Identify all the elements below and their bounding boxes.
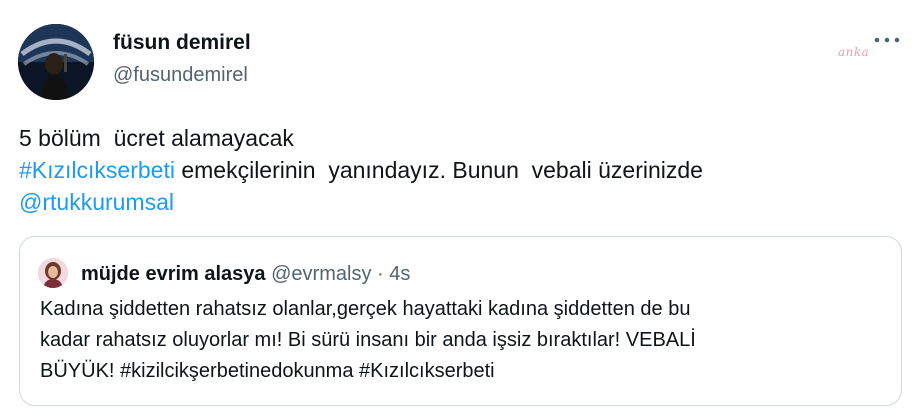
quoted-text-line: Kadına şiddetten rahatsız olanlar,gerçek…: [40, 298, 691, 320]
quoted-text-line: kadar rahatsız oluyorlar mı! Bi sürü ins…: [40, 329, 696, 351]
tweet-text-line: @rtukkurumsal: [19, 186, 899, 218]
quoted-author-avatar[interactable]: [38, 258, 68, 288]
mention-link[interactable]: @rtukkurumsal: [19, 189, 174, 215]
author-handle[interactable]: @fusundemirel: [113, 64, 248, 87]
profile-photo-icon: [38, 258, 68, 288]
dot-separator: ·: [377, 263, 384, 285]
author-avatar[interactable]: [18, 24, 94, 100]
more-horizontal-icon[interactable]: [872, 34, 902, 46]
author-display-name[interactable]: füsun demirel: [113, 31, 251, 55]
tweet-card: füsun demirel @fusundemirel anka 5 bölüm…: [0, 0, 923, 417]
quoted-author-name[interactable]: müjde evrim alasya: [81, 263, 266, 285]
tweet-text-line: 5 bölüm ücret alamayacak: [19, 125, 294, 151]
quoted-timestamp[interactable]: 4s: [389, 263, 410, 285]
tweet-text-line: #Kızılcıkserbeti emekçilerinin yanındayı…: [19, 154, 899, 186]
profile-photo-icon: [18, 24, 94, 100]
quoted-text: Kadına şiddetten rahatsız olanlar,gerçek…: [40, 294, 890, 387]
tweet-text: 5 bölüm ücret alamayacak #Kızılcıkserbet…: [19, 122, 899, 218]
quoted-header: müjde evrim alasya @evrmalsy · 4s: [81, 261, 410, 287]
quoted-text-line: BÜYÜK! #kizilcikşerbetinedokunma #Kızılc…: [40, 360, 495, 382]
quoted-author-handle[interactable]: @evrmalsy: [271, 263, 371, 285]
watermark-logo: anka: [838, 45, 870, 59]
hashtag-link[interactable]: #Kızılcıkserbeti: [19, 157, 175, 183]
tweet-text-segment: emekçilerinin yanındayız. Bunun vebali ü…: [174, 157, 703, 183]
quoted-tweet[interactable]: müjde evrim alasya @evrmalsy · 4s Kadına…: [19, 236, 902, 406]
